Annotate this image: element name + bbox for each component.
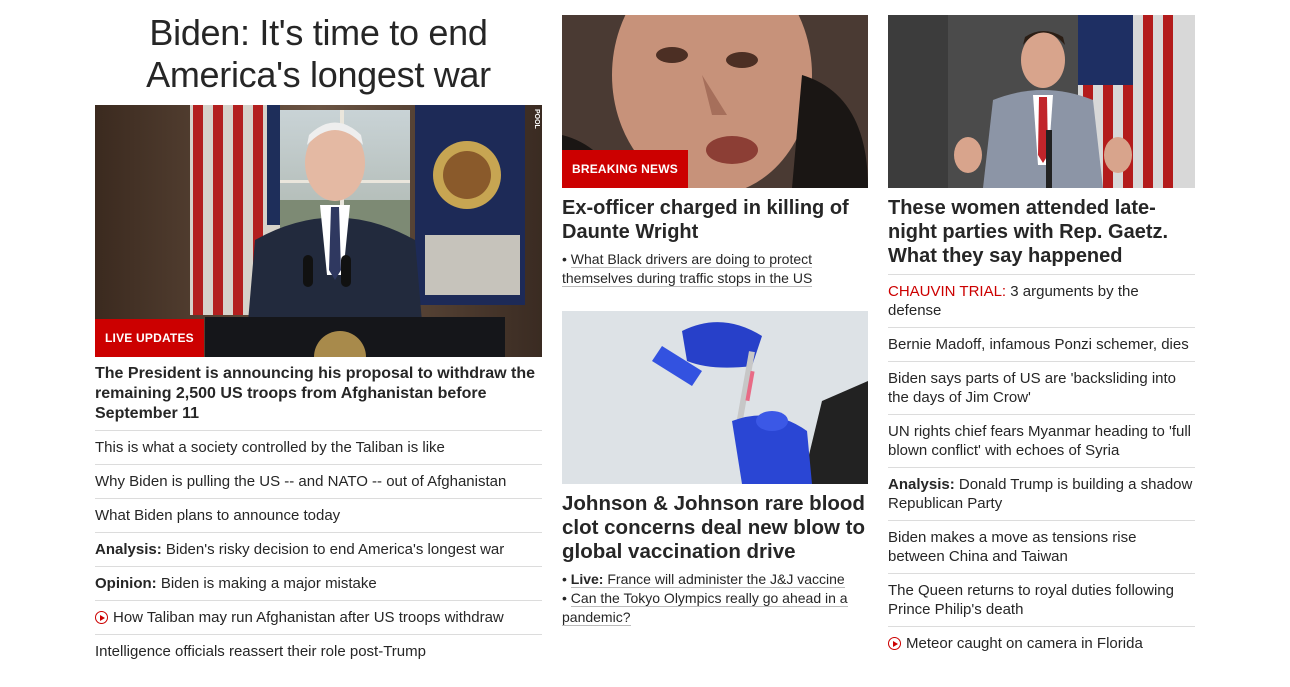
link-text: What Biden plans to announce today (95, 507, 341, 524)
link-prefix: Opinion: (95, 575, 157, 592)
france-text: France will administer the J&J vaccine (607, 571, 845, 587)
link-text: Intelligence officials reassert their ro… (95, 643, 426, 660)
story-image-gaetz[interactable] (888, 15, 1195, 188)
sub-link-olympics[interactable]: Can the Tokyo Olympics really go ahead i… (562, 590, 848, 626)
lead-story-image[interactable]: POOL LIVE UPDATES (95, 105, 542, 357)
link-text: Biden makes a move as tensions rise betw… (888, 529, 1137, 565)
list-item[interactable]: Biden says parts of US are 'backsliding … (888, 361, 1195, 414)
link-text: Biden says parts of US are 'backsliding … (888, 370, 1177, 406)
lead-story-column: Biden: It's time to end America's longes… (95, 0, 542, 668)
live-prefix: Live: (570, 571, 604, 587)
gaetz-photo (888, 15, 1195, 188)
list-item[interactable]: This is what a society controlled by the… (95, 430, 542, 464)
link-text: Biden is making a major mistake (160, 575, 377, 592)
list-item[interactable]: Biden makes a move as tensions rise betw… (888, 520, 1195, 573)
sub-link-france-live[interactable]: Live: France will administer the J&J vac… (570, 571, 845, 588)
story-headline-gaetz[interactable]: These women attended late-night parties … (888, 196, 1195, 268)
link-text: Biden's risky decision to end America's … (165, 541, 505, 558)
list-item[interactable]: Analysis: Biden's risky decision to end … (95, 532, 542, 566)
list-item[interactable]: Meteor caught on camera in Florida (888, 626, 1195, 660)
link-text: Why Biden is pulling the US -- and NATO … (95, 473, 507, 490)
story-headline-officer[interactable]: Ex-officer charged in killing of Daunte … (562, 196, 868, 244)
live-updates-label[interactable]: LIVE UPDATES (95, 319, 204, 357)
list-item[interactable]: Why Biden is pulling the US -- and NATO … (95, 464, 542, 498)
vaccine-photo (562, 311, 868, 484)
link-text: How Taliban may run Afghanistan after US… (113, 609, 504, 626)
middle-column: BREAKING NEWS Ex-officer charged in kill… (562, 0, 868, 627)
link-text: This is what a society controlled by the… (95, 439, 445, 456)
breaking-news-label[interactable]: BREAKING NEWS (562, 150, 688, 188)
list-item[interactable]: What Biden plans to announce today (95, 498, 542, 532)
list-item[interactable]: Intelligence officials reassert their ro… (95, 634, 542, 668)
list-item[interactable]: CHAUVIN TRIAL: 3 arguments by the defens… (888, 274, 1195, 327)
link-prefix: CHAUVIN TRIAL: (888, 283, 1007, 300)
list-item[interactable]: Analysis: Donald Trump is building a sha… (888, 467, 1195, 520)
list-item[interactable]: UN rights chief fears Myanmar heading to… (888, 414, 1195, 467)
link-prefix: Analysis: (95, 541, 162, 558)
top-stories-list: CHAUVIN TRIAL: 3 arguments by the defens… (888, 274, 1195, 660)
pool-tag: POOL (533, 109, 540, 129)
related-links-list: This is what a society controlled by the… (95, 430, 542, 668)
link-prefix: Analysis: (888, 476, 955, 493)
lead-story-summary[interactable]: The President is announcing his proposal… (95, 364, 542, 424)
list-item[interactable]: How Taliban may run Afghanistan after US… (95, 600, 542, 634)
story-sub-vaccine: • Live: France will administer the J&J v… (562, 571, 848, 626)
link-text: UN rights chief fears Myanmar heading to… (888, 423, 1191, 459)
list-item[interactable]: The Queen returns to royal duties follow… (888, 573, 1195, 626)
story-sub-officer: • What Black drivers are doing to protec… (562, 251, 813, 287)
list-item[interactable]: Bernie Madoff, infamous Ponzi schemer, d… (888, 327, 1195, 361)
lead-story-title[interactable]: Biden: It's time to end America's longes… (95, 12, 542, 96)
right-column: These women attended late-night parties … (888, 0, 1195, 660)
play-video-icon (95, 611, 108, 624)
play-video-icon (888, 637, 901, 650)
story-image-vaccine[interactable] (562, 311, 868, 484)
story-headline-vaccine[interactable]: Johnson & Johnson rare blood clot concer… (562, 492, 868, 564)
link-text: Meteor caught on camera in Florida (906, 635, 1143, 652)
story-image-officer[interactable]: BREAKING NEWS (562, 15, 868, 188)
link-text: The Queen returns to royal duties follow… (888, 582, 1174, 618)
list-item[interactable]: Opinion: Biden is making a major mistake (95, 566, 542, 600)
sub-link-black-drivers[interactable]: What Black drivers are doing to protect … (562, 251, 813, 287)
link-text: Bernie Madoff, infamous Ponzi schemer, d… (888, 336, 1189, 353)
